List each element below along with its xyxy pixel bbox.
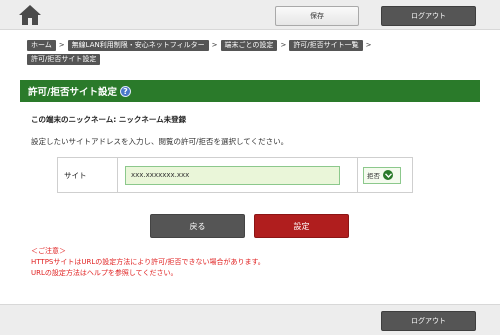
breadcrumb-site-list[interactable]: 許可/拒否サイト一覧 <box>289 40 363 51</box>
logout-button[interactable]: ログアウト <box>381 6 476 26</box>
back-button[interactable]: 戻る <box>150 214 245 238</box>
site-input-cell <box>118 158 358 192</box>
caution-line-https: HTTPSサイトはURLの設定方法により許可/拒否できない場合があります。 <box>31 258 265 266</box>
breadcrumb-separator: > <box>280 41 287 49</box>
page-title-bar: 許可/拒否サイト設定 ? <box>20 80 480 102</box>
caution-heading: ＜ご注意＞ <box>31 247 66 255</box>
permission-selected-value: 拒否 <box>367 172 380 180</box>
breadcrumb-separator: > <box>211 41 218 49</box>
breadcrumb-separator: > <box>58 41 65 49</box>
set-button[interactable]: 設定 <box>254 214 349 238</box>
chevron-down-icon <box>383 170 393 180</box>
breadcrumb-separator: > <box>365 41 372 49</box>
breadcrumb-wlan-filter[interactable]: 無線LAN利用制限・安心ネットフィルター <box>67 40 209 51</box>
device-nickname: この端末のニックネーム: ニックネーム未登録 <box>31 115 187 124</box>
help-icon[interactable]: ? <box>119 85 131 97</box>
caution-line-help: URLの設定方法はヘルプを参照してください。 <box>31 269 178 277</box>
page-title: 許可/拒否サイト設定 <box>28 87 117 98</box>
home-icon <box>19 5 41 25</box>
breadcrumb: ホーム > 無線LAN利用制限・安心ネットフィルター > 端末ごとの設定 > 許可/拒否サイ… <box>27 40 477 65</box>
top-bar: 保存 ログアウト <box>0 0 500 30</box>
home-button[interactable] <box>17 3 43 27</box>
site-setting-table: サイト 拒否 <box>57 157 413 193</box>
breadcrumb-site-settings[interactable]: 許可/拒否サイト設定 <box>27 54 101 65</box>
permission-cell: 拒否 <box>358 158 412 192</box>
save-button[interactable]: 保存 <box>275 6 359 26</box>
footer-bar: ログアウト <box>0 304 500 335</box>
caution-notes: ＜ご注意＞ HTTPSサイトはURLの設定方法により許可/拒否できない場合があり… <box>31 246 265 279</box>
breadcrumb-home[interactable]: ホーム <box>27 40 56 51</box>
breadcrumb-device-settings[interactable]: 端末ごとの設定 <box>220 40 278 51</box>
permission-select[interactable]: 拒否 <box>363 166 401 184</box>
instruction-text: 設定したいサイトアドレスを入力し、閲覧の許可/拒否を選択してください。 <box>31 137 289 146</box>
site-label: サイト <box>58 158 118 192</box>
footer-logout-button[interactable]: ログアウト <box>381 311 476 331</box>
site-address-input[interactable] <box>125 165 340 185</box>
